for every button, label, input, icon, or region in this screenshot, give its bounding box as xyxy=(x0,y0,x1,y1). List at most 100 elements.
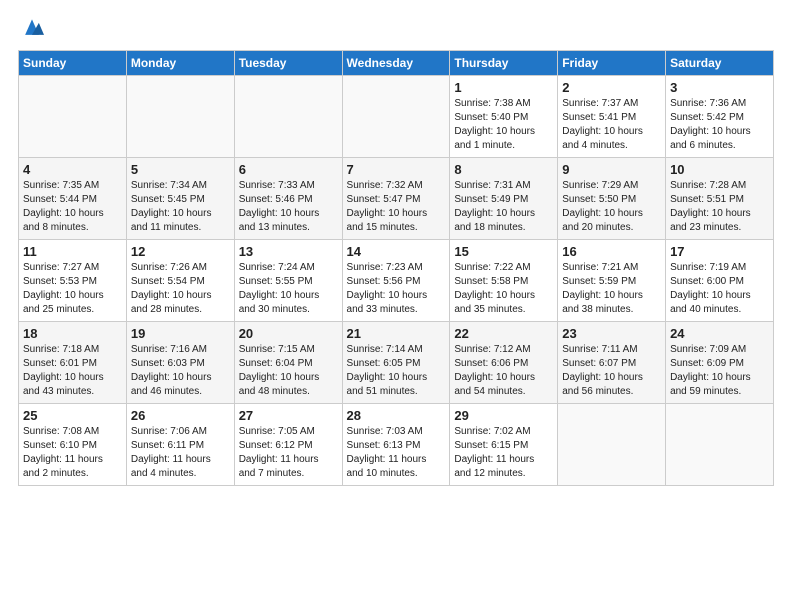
day-number: 27 xyxy=(239,408,338,423)
day-info: Sunrise: 7:09 AM Sunset: 6:09 PM Dayligh… xyxy=(670,343,769,399)
day-info: Sunrise: 7:02 AM Sunset: 6:15 PM Dayligh… xyxy=(454,425,553,481)
day-cell: 7 Sunrise: 7:32 AM Sunset: 5:47 PM Daylig… xyxy=(342,158,450,240)
day-info: Sunrise: 7:21 AM Sunset: 5:59 PM Dayligh… xyxy=(562,261,661,317)
day-number: 8 xyxy=(454,162,553,177)
day-header-wednesday: Wednesday xyxy=(342,51,450,76)
day-cell: 29Sunrise: 7:02 AM Sunset: 6:15 PM Dayli… xyxy=(450,404,558,486)
day-info: Sunrise: 7:15 AM Sunset: 6:04 PM Dayligh… xyxy=(239,343,338,399)
day-number: 3 xyxy=(670,80,769,95)
week-row-2: 4 Sunrise: 7:35 AM Sunset: 5:44 PM Daylig… xyxy=(19,158,774,240)
week-row-3: 11 Sunrise: 7:27 AM Sunset: 5:53 PM Dayli… xyxy=(19,240,774,322)
day-number: 9 xyxy=(562,162,661,177)
day-info: Sunrise: 7:38 AM Sunset: 5:40 PM Dayligh… xyxy=(454,97,553,153)
day-cell xyxy=(234,76,342,158)
day-number: 20 xyxy=(239,326,338,341)
day-header-friday: Friday xyxy=(558,51,666,76)
day-info: Sunrise: 7:24 AM Sunset: 5:55 PM Dayligh… xyxy=(239,261,338,317)
day-info: Sunrise: 7:29 AM Sunset: 5:50 PM Dayligh… xyxy=(562,179,661,235)
day-cell: 22 Sunrise: 7:12 AM Sunset: 6:06 PM Dayli… xyxy=(450,322,558,404)
day-info: Sunrise: 7:19 AM Sunset: 6:00 PM Dayligh… xyxy=(670,261,769,317)
day-info: Sunrise: 7:33 AM Sunset: 5:46 PM Dayligh… xyxy=(239,179,338,235)
day-cell: 20 Sunrise: 7:15 AM Sunset: 6:04 PM Dayli… xyxy=(234,322,342,404)
day-number: 26 xyxy=(131,408,230,423)
week-row-5: 25Sunrise: 7:08 AM Sunset: 6:10 PM Dayli… xyxy=(19,404,774,486)
day-number: 18 xyxy=(23,326,122,341)
header-row: SundayMondayTuesdayWednesdayThursdayFrid… xyxy=(19,51,774,76)
day-number: 28 xyxy=(347,408,446,423)
day-number: 17 xyxy=(670,244,769,259)
day-info: Sunrise: 7:18 AM Sunset: 6:01 PM Dayligh… xyxy=(23,343,122,399)
day-number: 14 xyxy=(347,244,446,259)
day-cell: 8 Sunrise: 7:31 AM Sunset: 5:49 PM Daylig… xyxy=(450,158,558,240)
day-number: 23 xyxy=(562,326,661,341)
day-cell xyxy=(666,404,774,486)
day-number: 2 xyxy=(562,80,661,95)
day-info: Sunrise: 7:22 AM Sunset: 5:58 PM Dayligh… xyxy=(454,261,553,317)
day-cell: 18 Sunrise: 7:18 AM Sunset: 6:01 PM Dayli… xyxy=(19,322,127,404)
day-number: 6 xyxy=(239,162,338,177)
day-cell: 4 Sunrise: 7:35 AM Sunset: 5:44 PM Daylig… xyxy=(19,158,127,240)
day-cell: 17 Sunrise: 7:19 AM Sunset: 6:00 PM Dayli… xyxy=(666,240,774,322)
logo xyxy=(18,16,44,40)
day-header-saturday: Saturday xyxy=(666,51,774,76)
day-number: 7 xyxy=(347,162,446,177)
day-cell: 21 Sunrise: 7:14 AM Sunset: 6:05 PM Dayli… xyxy=(342,322,450,404)
day-info: Sunrise: 7:32 AM Sunset: 5:47 PM Dayligh… xyxy=(347,179,446,235)
day-info: Sunrise: 7:14 AM Sunset: 6:05 PM Dayligh… xyxy=(347,343,446,399)
day-cell: 15 Sunrise: 7:22 AM Sunset: 5:58 PM Dayli… xyxy=(450,240,558,322)
day-cell xyxy=(342,76,450,158)
day-header-tuesday: Tuesday xyxy=(234,51,342,76)
day-info: Sunrise: 7:35 AM Sunset: 5:44 PM Dayligh… xyxy=(23,179,122,235)
day-cell: 13 Sunrise: 7:24 AM Sunset: 5:55 PM Dayli… xyxy=(234,240,342,322)
day-info: Sunrise: 7:03 AM Sunset: 6:13 PM Dayligh… xyxy=(347,425,446,481)
day-header-thursday: Thursday xyxy=(450,51,558,76)
day-cell: 12 Sunrise: 7:26 AM Sunset: 5:54 PM Dayli… xyxy=(126,240,234,322)
day-number: 5 xyxy=(131,162,230,177)
day-cell: 26Sunrise: 7:06 AM Sunset: 6:11 PM Dayli… xyxy=(126,404,234,486)
day-cell: 19 Sunrise: 7:16 AM Sunset: 6:03 PM Dayli… xyxy=(126,322,234,404)
day-cell: 11 Sunrise: 7:27 AM Sunset: 5:53 PM Dayli… xyxy=(19,240,127,322)
day-cell: 9 Sunrise: 7:29 AM Sunset: 5:50 PM Daylig… xyxy=(558,158,666,240)
day-cell: 6 Sunrise: 7:33 AM Sunset: 5:46 PM Daylig… xyxy=(234,158,342,240)
header xyxy=(18,16,774,40)
day-info: Sunrise: 7:37 AM Sunset: 5:41 PM Dayligh… xyxy=(562,97,661,153)
week-row-1: 1Sunrise: 7:38 AM Sunset: 5:40 PM Daylig… xyxy=(19,76,774,158)
day-info: Sunrise: 7:28 AM Sunset: 5:51 PM Dayligh… xyxy=(670,179,769,235)
day-info: Sunrise: 7:16 AM Sunset: 6:03 PM Dayligh… xyxy=(131,343,230,399)
day-cell: 14 Sunrise: 7:23 AM Sunset: 5:56 PM Dayli… xyxy=(342,240,450,322)
day-number: 15 xyxy=(454,244,553,259)
day-cell: 10 Sunrise: 7:28 AM Sunset: 5:51 PM Dayli… xyxy=(666,158,774,240)
day-info: Sunrise: 7:26 AM Sunset: 5:54 PM Dayligh… xyxy=(131,261,230,317)
day-number: 12 xyxy=(131,244,230,259)
logo-icon xyxy=(20,16,44,40)
day-cell xyxy=(558,404,666,486)
page: SundayMondayTuesdayWednesdayThursdayFrid… xyxy=(0,0,792,496)
calendar-table: SundayMondayTuesdayWednesdayThursdayFrid… xyxy=(18,50,774,486)
day-cell: 23Sunrise: 7:11 AM Sunset: 6:07 PM Dayli… xyxy=(558,322,666,404)
day-number: 24 xyxy=(670,326,769,341)
day-cell: 25Sunrise: 7:08 AM Sunset: 6:10 PM Dayli… xyxy=(19,404,127,486)
day-info: Sunrise: 7:27 AM Sunset: 5:53 PM Dayligh… xyxy=(23,261,122,317)
day-number: 22 xyxy=(454,326,553,341)
day-number: 25 xyxy=(23,408,122,423)
day-cell: 24 Sunrise: 7:09 AM Sunset: 6:09 PM Dayli… xyxy=(666,322,774,404)
day-number: 16 xyxy=(562,244,661,259)
week-row-4: 18 Sunrise: 7:18 AM Sunset: 6:01 PM Dayli… xyxy=(19,322,774,404)
day-cell: 28 Sunrise: 7:03 AM Sunset: 6:13 PM Dayli… xyxy=(342,404,450,486)
day-number: 4 xyxy=(23,162,122,177)
day-header-monday: Monday xyxy=(126,51,234,76)
day-number: 11 xyxy=(23,244,122,259)
day-cell xyxy=(19,76,127,158)
day-number: 13 xyxy=(239,244,338,259)
day-info: Sunrise: 7:23 AM Sunset: 5:56 PM Dayligh… xyxy=(347,261,446,317)
day-number: 19 xyxy=(131,326,230,341)
day-header-sunday: Sunday xyxy=(19,51,127,76)
day-cell: 27Sunrise: 7:05 AM Sunset: 6:12 PM Dayli… xyxy=(234,404,342,486)
day-number: 10 xyxy=(670,162,769,177)
day-cell: 16 Sunrise: 7:21 AM Sunset: 5:59 PM Dayli… xyxy=(558,240,666,322)
day-info: Sunrise: 7:12 AM Sunset: 6:06 PM Dayligh… xyxy=(454,343,553,399)
day-cell xyxy=(126,76,234,158)
day-number: 21 xyxy=(347,326,446,341)
day-info: Sunrise: 7:36 AM Sunset: 5:42 PM Dayligh… xyxy=(670,97,769,153)
day-info: Sunrise: 7:31 AM Sunset: 5:49 PM Dayligh… xyxy=(454,179,553,235)
